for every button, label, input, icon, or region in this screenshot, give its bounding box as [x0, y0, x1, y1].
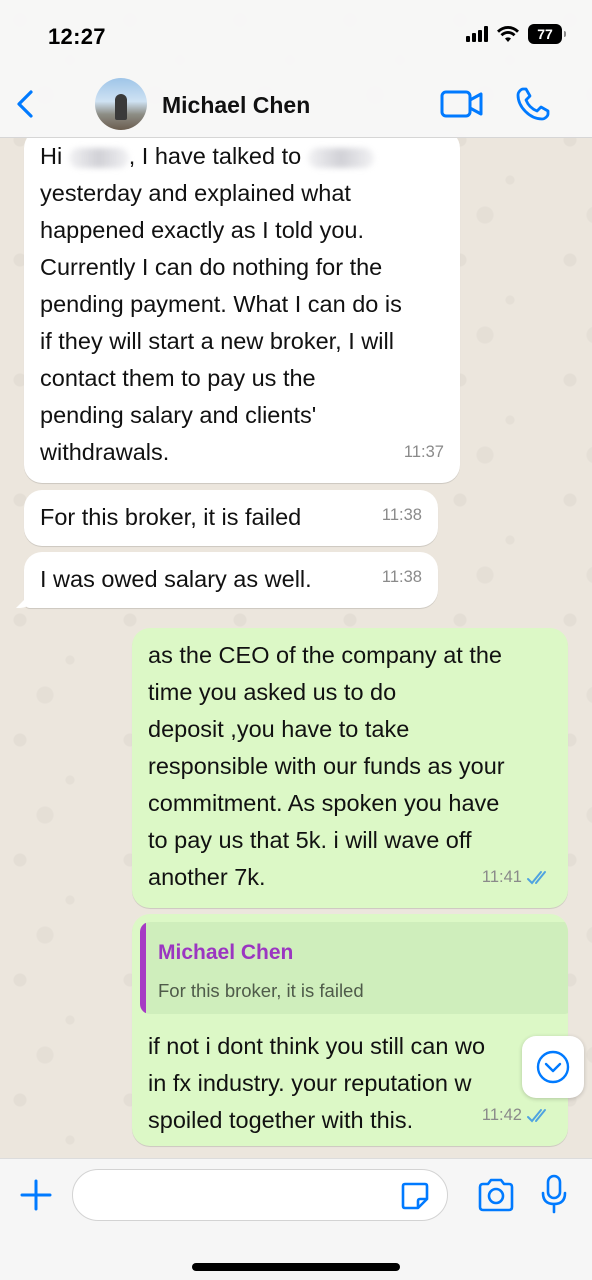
- microphone-icon: [541, 1174, 567, 1214]
- status-time: 12:27: [48, 24, 106, 49]
- home-indicator: [192, 1263, 400, 1271]
- message-text-part: I have talked to: [141, 143, 302, 169]
- battery-level: 77: [537, 26, 553, 42]
- video-camera-icon: [440, 90, 483, 118]
- message-text: Hi , I have talked to: [40, 138, 444, 175]
- camera-button[interactable]: [476, 1177, 516, 1213]
- scroll-to-bottom-button[interactable]: [522, 1036, 584, 1098]
- incoming-message[interactable]: Hi , I have talked to yesterday and expl…: [24, 130, 460, 483]
- message-time: 11:38: [381, 568, 422, 586]
- incoming-message[interactable]: I was owed salary as well. 11:38: [16, 552, 438, 608]
- message-meta: 11:41: [482, 859, 552, 896]
- plus-icon: [20, 1179, 52, 1211]
- message-time: 11:42: [481, 1106, 522, 1124]
- message-text: I was owed salary as well.: [40, 566, 312, 592]
- sticker-button[interactable]: [400, 1181, 430, 1211]
- quoted-sender: Michael Chen: [158, 941, 294, 964]
- quote-accent-bar: [140, 922, 146, 1014]
- microphone-button[interactable]: [540, 1173, 568, 1215]
- read-receipt-icon: [527, 1108, 546, 1122]
- message-text: yesterday and explained what happened ex…: [40, 180, 402, 465]
- video-call-button[interactable]: [440, 88, 484, 120]
- bubble-tail: [16, 588, 36, 608]
- message-meta: 11:38: [382, 497, 422, 534]
- quoted-text: For this broker, it is failed: [158, 980, 364, 1001]
- message-time: 11:38: [381, 506, 422, 524]
- status-icons: 77: [466, 24, 566, 44]
- message-meta: 11:37: [404, 434, 444, 471]
- phone-icon: [516, 87, 550, 121]
- wifi-icon: [497, 26, 519, 42]
- cellular-signal-icon: [466, 26, 488, 42]
- message-text: For this broker, it is failed: [40, 504, 302, 530]
- voice-call-button[interactable]: [515, 86, 551, 122]
- sticker-icon: [401, 1182, 429, 1210]
- chat-header: 12:27 77 Michael Chen: [0, 0, 592, 138]
- message-text-part: Hi: [40, 143, 63, 169]
- message-list[interactable]: Hi , I have talked to yesterday and expl…: [0, 130, 592, 1158]
- composer-bar: [0, 1158, 592, 1280]
- message-input[interactable]: [72, 1169, 448, 1221]
- chevron-left-icon: [17, 90, 33, 118]
- quoted-message[interactable]: Michael Chen For this broker, it is fail…: [140, 922, 568, 1014]
- message-meta: 11:42: [482, 1097, 552, 1134]
- read-receipt-icon: [527, 870, 546, 884]
- message-time: 11:41: [481, 868, 522, 886]
- outgoing-message[interactable]: as the CEO of the company at the time yo…: [132, 628, 568, 908]
- chevron-down-circle-icon: [536, 1050, 570, 1084]
- message-text: as the CEO of the company at the time yo…: [148, 642, 505, 890]
- redacted-name: [307, 147, 374, 168]
- outgoing-reply-message[interactable]: Michael Chen For this broker, it is fail…: [132, 914, 568, 1146]
- incoming-message[interactable]: For this broker, it is failed 11:38: [24, 490, 438, 546]
- camera-icon: [478, 1178, 514, 1212]
- contact-avatar[interactable]: [95, 78, 147, 130]
- attach-button[interactable]: [18, 1177, 54, 1213]
- message-meta: 11:38: [382, 559, 422, 596]
- back-button[interactable]: [10, 86, 40, 122]
- redacted-name: [68, 147, 129, 168]
- message-time: 11:37: [403, 443, 444, 461]
- contact-name[interactable]: Michael Chen: [162, 92, 310, 119]
- battery-icon: 77: [528, 24, 566, 44]
- avatar-figure: [115, 94, 127, 120]
